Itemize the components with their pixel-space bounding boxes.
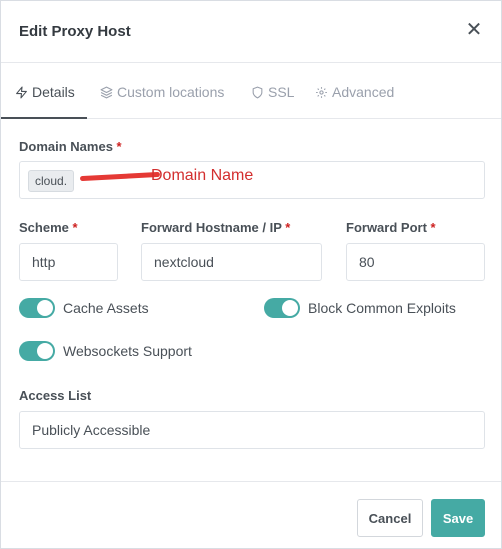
block-exploits-switch[interactable] (264, 298, 300, 318)
tab-advanced-label: Advanced (332, 84, 395, 100)
domain-names-label: Domain Names * (19, 139, 122, 154)
access-list-label: Access List (19, 388, 92, 403)
required-mark: * (285, 220, 291, 235)
modal-title: Edit Proxy Host (19, 23, 131, 40)
websockets-toggle-row: Websockets Support (19, 341, 192, 361)
tab-ssl[interactable]: SSL (251, 81, 294, 103)
block-exploits-toggle-row: Block Common Exploits (264, 298, 456, 318)
edit-proxy-host-modal: Edit Proxy Host ✕ Details Custom locatio… (0, 0, 502, 549)
cache-assets-label: Cache Assets (63, 300, 149, 316)
cancel-button[interactable]: Cancel (357, 499, 423, 537)
required-mark: * (430, 220, 436, 235)
tab-custom-locations-label: Custom locations (117, 84, 225, 100)
websockets-switch[interactable] (19, 341, 55, 361)
forward-port-label: Forward Port * (346, 220, 436, 235)
forward-hostname-label: Forward Hostname / IP * (141, 220, 291, 235)
tab-details[interactable]: Details (15, 81, 75, 103)
shield-icon (252, 86, 263, 98)
domain-chip-label: cloud. (35, 174, 68, 188)
layers-icon (100, 86, 113, 98)
close-icon[interactable]: ✕ (465, 20, 483, 40)
websockets-label: Websockets Support (63, 343, 192, 359)
tab-advanced[interactable]: Advanced (315, 81, 394, 103)
tab-details-label: Details (32, 84, 75, 100)
gear-icon (316, 86, 327, 98)
tab-custom-locations[interactable]: Custom locations (100, 81, 224, 103)
domain-annotation: Domain Name (151, 167, 254, 184)
access-list-select[interactable]: Publicly Accessible (19, 411, 485, 449)
required-mark: * (72, 220, 78, 235)
required-mark: * (116, 139, 122, 154)
forward-port-input[interactable]: 80 (346, 243, 485, 281)
tab-ssl-label: SSL (268, 84, 295, 100)
scheme-label: Scheme * (19, 220, 78, 235)
modal-footer: Cancel Save (1, 481, 501, 549)
cache-assets-switch[interactable] (19, 298, 55, 318)
cache-assets-toggle-row: Cache Assets (19, 298, 149, 318)
active-tab-indicator (1, 117, 87, 119)
block-exploits-label: Block Common Exploits (308, 300, 456, 316)
save-button[interactable]: Save (431, 499, 485, 537)
lightning-icon (16, 86, 27, 98)
redaction-mark (79, 171, 161, 182)
domain-chip[interactable]: cloud. (28, 170, 75, 192)
forward-hostname-input[interactable]: nextcloud (141, 243, 322, 281)
scheme-input[interactable]: http (19, 243, 118, 281)
modal-header: Edit Proxy Host ✕ (1, 1, 501, 63)
tab-bar: Details Custom locations SSL Advanced (1, 63, 501, 119)
